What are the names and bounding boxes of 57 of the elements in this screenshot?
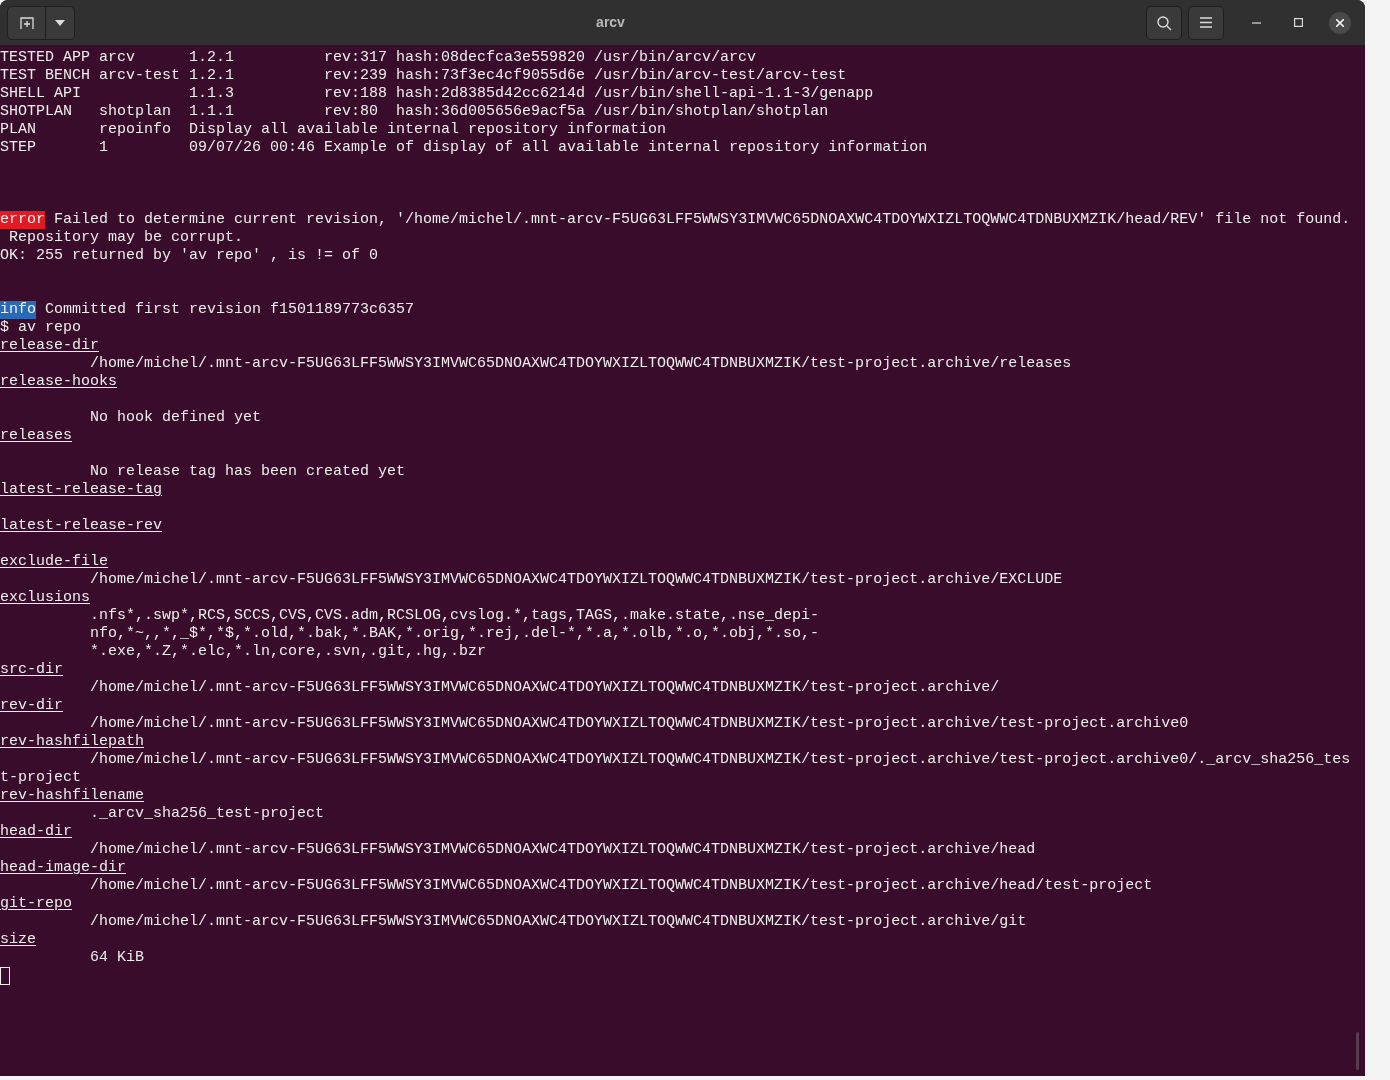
maximize-icon bbox=[1293, 18, 1303, 27]
field-key: rev-dir bbox=[0, 697, 63, 714]
error-tag: error bbox=[0, 211, 45, 229]
field-value: /home/michel/.mnt-arcv-F5UG63LFF5WWSY3IMVWC65DNOAXWC4TDOYWXIZLTOQWWC4TDNBUXMZIK/test-project.archive/ bbox=[90, 679, 1000, 696]
field-key: rev-hashfilepath bbox=[0, 733, 145, 750]
window-title: arcv bbox=[596, 13, 625, 32]
info-tag: info bbox=[0, 301, 36, 319]
close-button[interactable] bbox=[1329, 11, 1351, 34]
terminal-line: $ av repo bbox=[0, 319, 81, 336]
field-key: size bbox=[0, 931, 36, 948]
close-icon bbox=[1336, 18, 1344, 27]
field-value: nfo,*~,,*,_$*,*$,*.old,*.bak,*.BAK,*.orig,*.rej,.del-*,*.a,*.olb,*.o,*.obj,*.so,- bbox=[90, 625, 820, 642]
field-value: No hook defined yet bbox=[90, 409, 262, 426]
terminal-line: STEP 1 09/07/26 00:46 Example of display of all available internal repository information bbox=[0, 139, 928, 156]
menu-button[interactable] bbox=[1188, 5, 1224, 40]
field-value: /home/michel/.mnt-arcv-F5UG63LFF5WWSY3IMVWC65DNOAXWC4TDOYWXIZLTOQWWC4TDNBUXMZIK/test-project.archive/head/test-project bbox=[90, 877, 1153, 894]
caret-icon bbox=[55, 19, 65, 26]
field-key: head-dir bbox=[0, 823, 72, 840]
field-key: git-repo bbox=[0, 895, 72, 912]
search-button[interactable] bbox=[1146, 5, 1182, 40]
minimize-icon bbox=[1251, 21, 1261, 24]
field-value: /home/michel/.mnt-arcv-F5UG63LFF5WWSY3IMVWC65DNOAXWC4TDOYWXIZLTOQWWC4TDNBUXMZIK/test-project.archive/git bbox=[90, 913, 1027, 930]
field-value: ._arcv_sha256_test-project bbox=[90, 805, 325, 822]
field-key: src-dir bbox=[0, 661, 63, 678]
field-value: No release tag has been created yet bbox=[90, 463, 406, 480]
terminal-line: SHOTPLAN shotplan 1.1.1 rev:80 hash:36d005656e9acf5a /usr/bin/shotplan/shotplan bbox=[0, 103, 829, 120]
new-tab-icon bbox=[18, 14, 35, 31]
search-icon bbox=[1156, 14, 1172, 31]
terminal-line: TEST BENCH arcv-test 1.2.1 rev:239 hash:73f3ec4cf9055d6e /usr/bin/arcv-test/arcv-test bbox=[0, 67, 847, 84]
terminal-line: Repository may be corrupt. bbox=[8, 229, 244, 246]
info-message: Committed first revision f1501189773c6357 bbox=[45, 301, 415, 319]
field-value: /home/michel/.mnt-arcv-F5UG63LFF5WWSY3IMVWC65DNOAXWC4TDOYWXIZLTOQWWC4TDNBUXMZIK/test-project.archive/test-project.archive0/._arcv_sha256_tes bbox=[90, 751, 1351, 768]
field-value: /home/michel/.mnt-arcv-F5UG63LFF5WWSY3IMVWC65DNOAXWC4TDOYWXIZLTOQWWC4TDNBUXMZIK/test-project.archive/test-project.archive0 bbox=[90, 715, 1189, 732]
field-key: latest-release-tag bbox=[0, 481, 163, 498]
terminal-line: OK: 255 returned by 'av repo' , is != of 0 bbox=[0, 247, 379, 264]
scrollbar-thumb bbox=[1356, 1032, 1359, 1070]
field-key: rev-hashfilename bbox=[0, 787, 145, 804]
field-value: /home/michel/.mnt-arcv-F5UG63LFF5WWSY3IMVWC65DNOAXWC4TDOYWXIZLTOQWWC4TDNBUXMZIK/test-project.archive/releases bbox=[90, 355, 1072, 372]
terminal-line: PLAN repoinfo Display all available internal repository information bbox=[0, 121, 667, 138]
field-key: latest-release-rev bbox=[0, 517, 163, 534]
field-key: release-dir bbox=[0, 337, 100, 354]
menu-icon bbox=[1200, 17, 1212, 28]
terminal-line: SHELL API 1.1.3 rev:188 hash:2d8385d42cc6214d /usr/bin/shell-api-1.1-3/genapp bbox=[0, 85, 874, 102]
field-key: head-image-dir bbox=[0, 859, 127, 876]
terminal-line: t-project bbox=[0, 769, 81, 786]
field-key: exclusions bbox=[0, 589, 90, 606]
field-value: .nfs*,.swp*,RCS,SCCS,CVS,CVS.adm,RCSLOG,cvslog.*,tags,TAGS,.make.state,.nse_depi- bbox=[90, 607, 820, 624]
field-value: 64 KiB bbox=[90, 949, 144, 966]
field-key: exclude-file bbox=[0, 553, 109, 570]
field-value: /home/michel/.mnt-arcv-F5UG63LFF5WWSY3IMVWC65DNOAXWC4TDOYWXIZLTOQWWC4TDNBUXMZIK/test-project.archive/head bbox=[90, 841, 1036, 858]
error-message: Failed to determine current revision, '/home/michel/.mnt-arcv-F5UG63LFF5WWSY3IMVWC65DNOAXWC4TDOYWXIZLTOQWWC4TDNBUXMZIK/head/REV' file not found. bbox=[54, 211, 1351, 229]
text-cursor bbox=[0, 967, 10, 985]
terminal-line: TESTED APP arcv 1.2.1 rev:317 hash:08decfca3e559820 /usr/bin/arcv/arcv bbox=[0, 49, 757, 66]
field-key: releases bbox=[0, 427, 72, 444]
field-value: /home/michel/.mnt-arcv-F5UG63LFF5WWSY3IMVWC65DNOAXWC4TDOYWXIZLTOQWWC4TDNBUXMZIK/test-project.archive/EXCLUDE bbox=[90, 571, 1063, 588]
field-value: *.exe,*.Z,*.elc,*.ln,core,.svn,.git,.hg,.bzr bbox=[90, 643, 487, 660]
field-key: release-hooks bbox=[0, 373, 118, 390]
